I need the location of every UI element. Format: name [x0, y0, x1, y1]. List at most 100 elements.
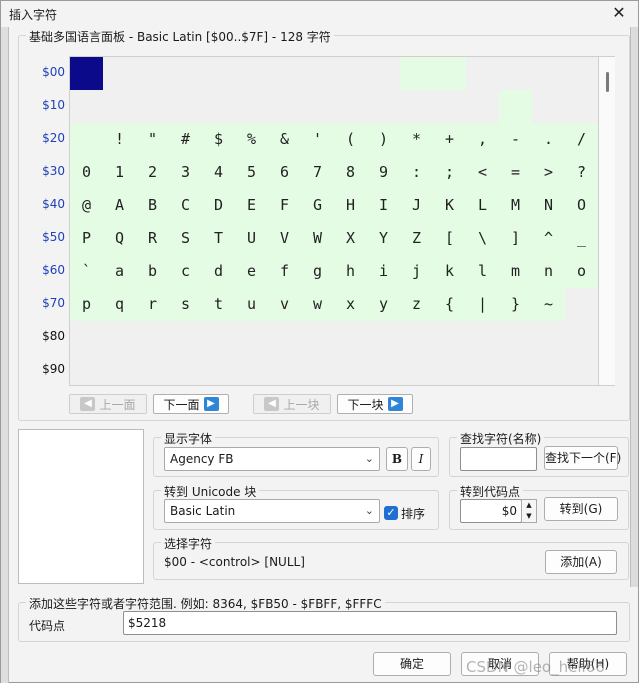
add-button[interactable]: 添加(A): [545, 550, 617, 574]
character-cell[interactable]: [268, 57, 301, 90]
character-cell[interactable]: [499, 57, 532, 90]
character-cell[interactable]: [301, 90, 334, 123]
character-cell[interactable]: !: [103, 123, 136, 156]
character-cell[interactable]: [136, 57, 169, 90]
character-cell[interactable]: [70, 57, 103, 90]
character-cell[interactable]: [136, 90, 169, 123]
character-cell[interactable]: >: [532, 156, 565, 189]
bold-button[interactable]: B: [386, 447, 408, 471]
character-cell[interactable]: B: [136, 189, 169, 222]
character-cell[interactable]: e: [235, 255, 268, 288]
character-cell[interactable]: [400, 57, 433, 90]
character-cell[interactable]: a: [103, 255, 136, 288]
character-cell[interactable]: c: [169, 255, 202, 288]
character-cell[interactable]: <: [466, 156, 499, 189]
prev-page-button[interactable]: ◀ 上一面: [69, 394, 147, 414]
character-cell[interactable]: [70, 123, 103, 156]
italic-button[interactable]: I: [411, 447, 431, 471]
character-cell[interactable]: s: [169, 288, 202, 321]
next-page-button[interactable]: 下一面 ▶: [153, 394, 229, 414]
codepoint-list-input[interactable]: $5218: [123, 611, 617, 635]
character-cell[interactable]: F: [268, 189, 301, 222]
character-cell[interactable]: V: [268, 222, 301, 255]
character-cell[interactable]: [334, 90, 367, 123]
character-cell[interactable]: *: [400, 123, 433, 156]
character-cell[interactable]: ': [301, 123, 334, 156]
character-cell[interactable]: f: [268, 255, 301, 288]
character-cell[interactable]: Z: [400, 222, 433, 255]
character-cell[interactable]: [367, 57, 400, 90]
character-cell[interactable]: /: [565, 123, 598, 156]
character-cell[interactable]: #: [169, 123, 202, 156]
character-cell[interactable]: J: [400, 189, 433, 222]
character-cell[interactable]: .: [532, 123, 565, 156]
character-cell[interactable]: |: [466, 288, 499, 321]
character-cell[interactable]: h: [334, 255, 367, 288]
scrollbar-thumb[interactable]: [606, 72, 609, 92]
character-cell[interactable]: I: [367, 189, 400, 222]
find-character-input[interactable]: [460, 447, 537, 471]
close-icon[interactable]: ✕: [608, 3, 630, 23]
character-cell[interactable]: }: [499, 288, 532, 321]
character-cell[interactable]: 2: [136, 156, 169, 189]
ok-button[interactable]: 确定: [373, 652, 451, 676]
character-cell[interactable]: 8: [334, 156, 367, 189]
character-cell[interactable]: 3: [169, 156, 202, 189]
help-button[interactable]: 帮助(H): [549, 652, 627, 676]
character-cell[interactable]: [334, 57, 367, 90]
character-cell[interactable]: l: [466, 255, 499, 288]
character-cell[interactable]: [235, 90, 268, 123]
character-cell[interactable]: [202, 90, 235, 123]
character-cell[interactable]: [268, 90, 301, 123]
character-cell[interactable]: r: [136, 288, 169, 321]
character-cell[interactable]: [433, 57, 466, 90]
character-cell[interactable]: S: [169, 222, 202, 255]
character-cell[interactable]: ~: [532, 288, 565, 321]
character-cell[interactable]: 1: [103, 156, 136, 189]
character-cell[interactable]: t: [202, 288, 235, 321]
character-cell[interactable]: g: [301, 255, 334, 288]
character-cell[interactable]: [202, 57, 235, 90]
character-cell[interactable]: =: [499, 156, 532, 189]
character-cell[interactable]: K: [433, 189, 466, 222]
character-cell[interactable]: [466, 57, 499, 90]
character-cell[interactable]: m: [499, 255, 532, 288]
character-cell[interactable]: `: [70, 255, 103, 288]
character-cell[interactable]: q: [103, 288, 136, 321]
character-cell[interactable]: ^: [532, 222, 565, 255]
character-cell[interactable]: [169, 57, 202, 90]
character-cell[interactable]: A: [103, 189, 136, 222]
prev-block-button[interactable]: ◀ 上一块: [253, 394, 331, 414]
character-cell[interactable]: C: [169, 189, 202, 222]
grid-scrollbar[interactable]: [599, 56, 615, 386]
character-cell[interactable]: [532, 90, 565, 123]
character-cell[interactable]: &: [268, 123, 301, 156]
character-cell[interactable]: D: [202, 189, 235, 222]
character-cell[interactable]: [103, 90, 136, 123]
character-cell[interactable]: [70, 90, 103, 123]
character-cell[interactable]: G: [301, 189, 334, 222]
character-cell[interactable]: ): [367, 123, 400, 156]
character-cell[interactable]: 9: [367, 156, 400, 189]
spin-down-icon[interactable]: ▼: [522, 511, 536, 522]
character-cell[interactable]: +: [433, 123, 466, 156]
character-cell[interactable]: N: [532, 189, 565, 222]
character-cell[interactable]: [: [433, 222, 466, 255]
spin-up-icon[interactable]: ▲: [522, 500, 536, 511]
codepoint-input[interactable]: $0: [460, 499, 522, 523]
character-cell[interactable]: i: [367, 255, 400, 288]
character-cell[interactable]: n: [532, 255, 565, 288]
character-cell[interactable]: x: [334, 288, 367, 321]
character-cell[interactable]: [235, 57, 268, 90]
character-cell[interactable]: W: [301, 222, 334, 255]
character-cell[interactable]: Y: [367, 222, 400, 255]
character-cell[interactable]: v: [268, 288, 301, 321]
character-cell[interactable]: y: [367, 288, 400, 321]
find-next-button[interactable]: 查找下一个(F): [544, 446, 621, 470]
character-cell[interactable]: [400, 90, 433, 123]
character-cell[interactable]: X: [334, 222, 367, 255]
character-cell[interactable]: [499, 90, 532, 123]
character-cell[interactable]: R: [136, 222, 169, 255]
character-cell[interactable]: L: [466, 189, 499, 222]
character-cell[interactable]: [367, 90, 400, 123]
